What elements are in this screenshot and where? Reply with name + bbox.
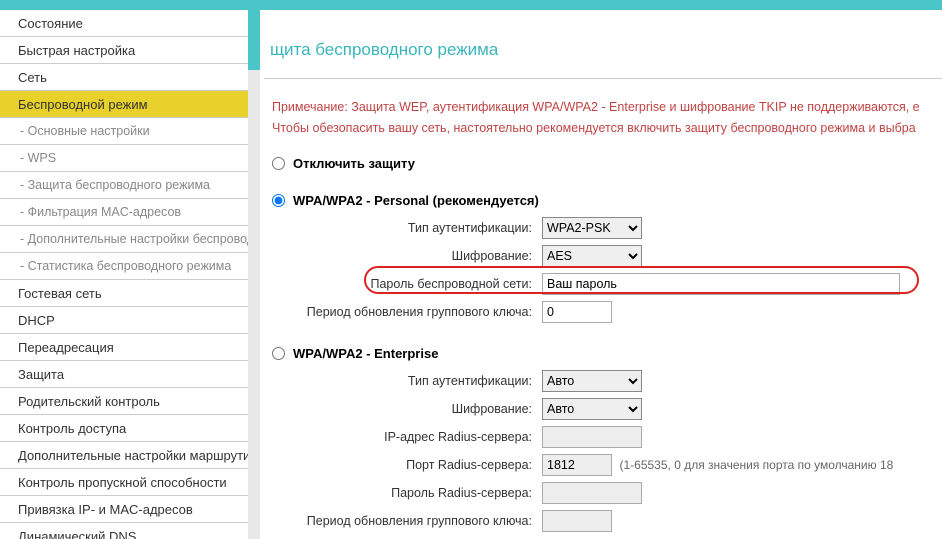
wpa-personal-hint: (рекомендуется) — [433, 193, 539, 208]
sidebar-item-ddns[interactable]: Динамический DNS — [0, 523, 248, 539]
notice-line-2: Чтобы обезопасить вашу сеть, настоятельн… — [264, 118, 942, 139]
label-radius-ip: IP-адрес Radius-сервера: — [272, 430, 542, 444]
label-radius-pass: Пароль Radius-сервера: — [272, 486, 542, 500]
label-ent-auth: Тип аутентификации: — [272, 374, 542, 388]
sidebar-item-label: - Статистика беспроводного режима — [20, 259, 231, 273]
sidebar-item-label: Состояние — [18, 16, 83, 31]
sidebar-item-forwarding[interactable]: Переадресация — [0, 334, 248, 361]
sidebar-item-wireless-security[interactable]: - Защита беспроводного режима — [0, 172, 248, 199]
sidebar-item-label: DHCP — [18, 313, 55, 328]
input-radius-ip[interactable] — [542, 426, 642, 448]
radio-wpa-personal[interactable] — [272, 194, 285, 207]
label-personal-enc: Шифрование: — [272, 249, 542, 263]
notice-line-1: Примечание: Защита WEP, аутентификация W… — [264, 97, 942, 118]
sidebar-item-label: - Фильтрация MAC-адресов — [20, 205, 181, 219]
sidebar-item-wireless[interactable]: Беспроводной режим — [0, 91, 248, 118]
sidebar-item-label: Динамический DNS — [18, 529, 136, 539]
radio-disable-security-label: Отключить защиту — [293, 156, 415, 171]
label-personal-auth: Тип аутентификации: — [272, 221, 542, 235]
radio-wpa-enterprise[interactable] — [272, 347, 285, 360]
sidebar-item-network[interactable]: Сеть — [0, 64, 248, 91]
sidebar-item-label: - Дополнительные настройки беспроводного… — [20, 232, 248, 246]
sidebar-item-security[interactable]: Защита — [0, 361, 248, 388]
radio-disable-security[interactable] — [272, 157, 285, 170]
radius-port-hint: (1-65535, 0 для значения порта по умолча… — [615, 458, 893, 472]
top-bar — [0, 0, 942, 10]
select-ent-enc[interactable]: Авто — [542, 398, 642, 420]
sidebar-item-wireless-stats[interactable]: - Статистика беспроводного режима — [0, 253, 248, 280]
sidebar-item-bandwidth[interactable]: Контроль пропускной способности — [0, 469, 248, 496]
sidebar-scrollbar-track — [248, 10, 260, 539]
sidebar-item-label: - WPS — [20, 151, 56, 165]
sidebar-item-wireless-advanced[interactable]: - Дополнительные настройки беспроводного… — [0, 226, 248, 253]
label-ent-enc: Шифрование: — [272, 402, 542, 416]
sidebar-item-quicksetup[interactable]: Быстрая настройка — [0, 37, 248, 64]
sidebar-item-label: Контроль пропускной способности — [18, 475, 227, 490]
radio-wpa-enterprise-label: WPA/WPA2 - Enterprise — [293, 346, 438, 361]
input-personal-password[interactable] — [542, 273, 900, 295]
sidebar-item-routing[interactable]: Дополнительные настройки маршрутизации — [0, 442, 248, 469]
sidebar-item-label: Привязка IP- и MAC-адресов — [18, 502, 193, 517]
select-personal-enc[interactable]: AES — [542, 245, 642, 267]
label-radius-port: Порт Radius-сервера: — [272, 458, 542, 472]
input-ent-gk[interactable] — [542, 510, 612, 532]
sidebar-item-label: Быстрая настройка — [18, 43, 135, 58]
sidebar-item-label: - Защита беспроводного режима — [20, 178, 210, 192]
sidebar: Состояние Быстрая настройка Сеть Беспров… — [0, 10, 260, 539]
sidebar-item-wps[interactable]: - WPS — [0, 145, 248, 172]
sidebar-item-parental[interactable]: Родительский контроль — [0, 388, 248, 415]
sidebar-item-access-control[interactable]: Контроль доступа — [0, 415, 248, 442]
select-ent-auth[interactable]: Авто — [542, 370, 642, 392]
label-personal-gk: Период обновления группового ключа: — [272, 305, 542, 319]
sidebar-item-mac-filter[interactable]: - Фильтрация MAC-адресов — [0, 199, 248, 226]
sidebar-item-label: - Основные настройки — [20, 124, 150, 138]
sidebar-scrollbar-thumb[interactable] — [248, 10, 260, 70]
sidebar-item-label: Гостевая сеть — [18, 286, 102, 301]
sidebar-item-label: Дополнительные настройки маршрутизации — [18, 448, 248, 463]
sidebar-item-dhcp[interactable]: DHCP — [0, 307, 248, 334]
radio-wpa-personal-label: WPA/WPA2 - Personal (рекомендуется) — [293, 193, 539, 208]
label-ent-gk: Период обновления группового ключа: — [272, 514, 542, 528]
page-title: щита беспроводного режима — [264, 40, 942, 60]
sidebar-item-label: Беспроводной режим — [18, 97, 148, 112]
wpa-personal-text: WPA/WPA2 - Personal — [293, 193, 429, 208]
input-radius-port[interactable] — [542, 454, 612, 476]
sidebar-item-label: Родительский контроль — [18, 394, 160, 409]
label-personal-password: Пароль беспроводной сети: — [272, 277, 542, 291]
divider — [264, 78, 942, 79]
sidebar-item-label: Переадресация — [18, 340, 114, 355]
select-personal-auth[interactable]: WPA2-PSK — [542, 217, 642, 239]
sidebar-item-guest[interactable]: Гостевая сеть — [0, 280, 248, 307]
input-radius-pass[interactable] — [542, 482, 642, 504]
sidebar-item-wireless-basic[interactable]: - Основные настройки — [0, 118, 248, 145]
sidebar-item-label: Защита — [18, 367, 64, 382]
sidebar-item-status[interactable]: Состояние — [0, 10, 248, 37]
main-content: щита беспроводного режима Примечание: За… — [260, 10, 942, 539]
input-personal-gk[interactable] — [542, 301, 612, 323]
sidebar-item-ip-mac-binding[interactable]: Привязка IP- и MAC-адресов — [0, 496, 248, 523]
sidebar-item-label: Контроль доступа — [18, 421, 126, 436]
sidebar-item-label: Сеть — [18, 70, 47, 85]
